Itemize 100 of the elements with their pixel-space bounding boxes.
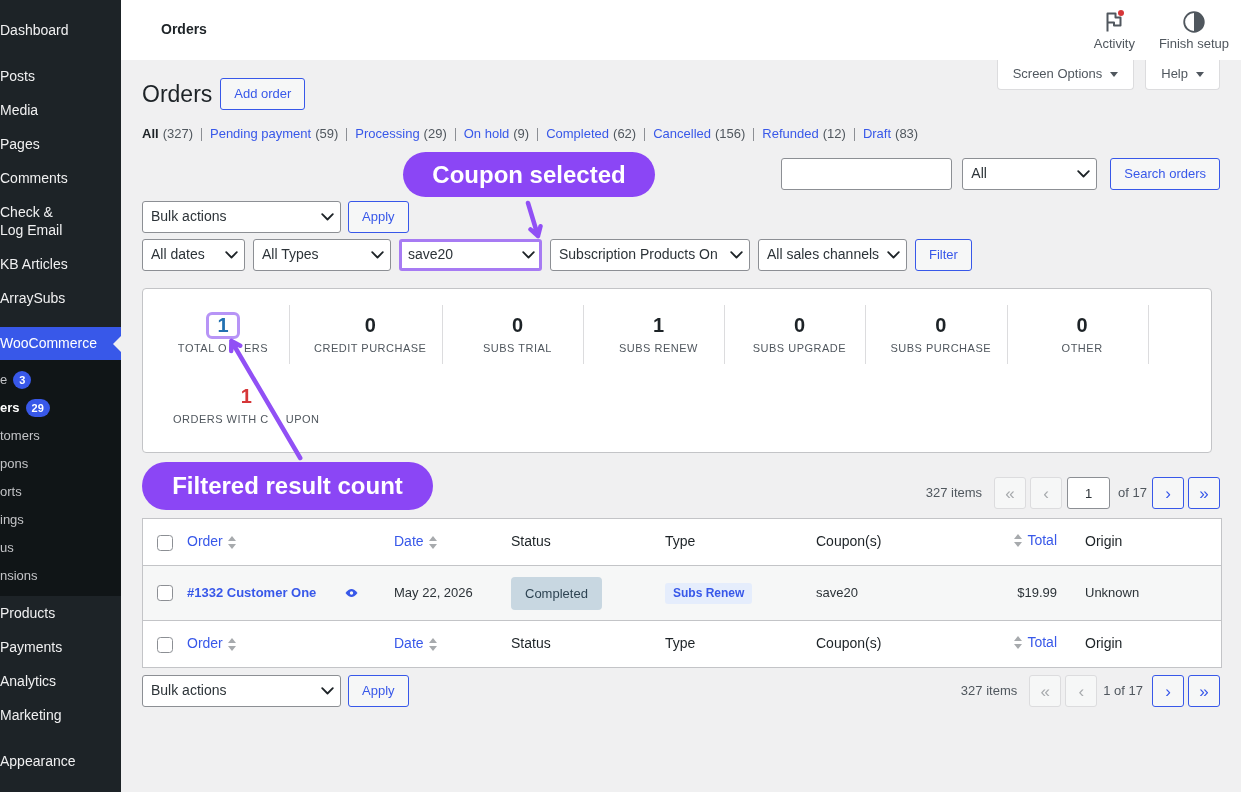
status-filter-link[interactable]: Draft <box>862 125 892 143</box>
bulk-actions-select[interactable]: Bulk actions <box>142 675 341 707</box>
table-cell: $19.99 <box>957 566 1067 620</box>
apply-button[interactable]: Apply <box>348 201 409 233</box>
sidebar-item[interactable]: Payments <box>0 630 121 664</box>
chevron-down-icon <box>522 251 535 259</box>
last-page-button[interactable]: » <box>1188 477 1220 509</box>
search-field[interactable] <box>781 158 953 190</box>
stat-label: SUBS PURCHASE <box>890 341 992 356</box>
sidebar-item[interactable]: ArraySubs <box>0 281 121 315</box>
annotation-callout: Coupon selected <box>403 152 655 197</box>
type-badge: Subs Renew <box>665 582 753 604</box>
setup-button[interactable]: Finish setup <box>1158 11 1229 52</box>
activity-button[interactable]: Activity <box>1093 11 1135 52</box>
chevron-down-icon <box>1077 170 1091 178</box>
column-sort-link[interactable]: Date <box>394 532 424 552</box>
page-total: of 17 <box>1118 483 1147 502</box>
sidebar-item[interactable]: Products <box>0 596 121 630</box>
status-filter-link[interactable]: All <box>142 125 159 143</box>
column-header: Type <box>655 620 806 667</box>
count-badge: 3 <box>13 371 32 389</box>
filter-select[interactable]: save20 <box>399 239 542 271</box>
sidebar-item[interactable]: Dashboard <box>0 13 121 47</box>
column-header: Origin <box>1067 620 1221 667</box>
status-count: (156) <box>715 125 746 143</box>
status-badge: Completed <box>511 576 602 610</box>
screen-tab[interactable]: Help <box>1145 60 1220 90</box>
filter-select[interactable]: All dates <box>142 239 245 271</box>
submenu-item[interactable]: ings <box>0 506 24 534</box>
annotation-callout: Filtered result count <box>142 462 433 510</box>
chevron-down-icon <box>225 251 238 259</box>
column-sort-link[interactable]: Order <box>187 634 223 654</box>
status-filter-link[interactable]: Processing <box>355 125 420 143</box>
sidebar-item[interactable]: WooCommerce <box>0 327 121 360</box>
next-page-button[interactable]: › <box>1152 675 1184 707</box>
stat-value: 1 <box>206 312 240 339</box>
page-field[interactable]: 1 <box>1067 477 1111 509</box>
chevron-down-icon <box>730 251 743 259</box>
submenu-item[interactable]: tomers <box>0 422 40 450</box>
sidebar-item[interactable]: Comments <box>0 161 121 195</box>
status-filter-link[interactable]: Completed <box>546 125 610 143</box>
last-page-button[interactable]: » <box>1188 675 1220 707</box>
sidebar-item[interactable]: Media <box>0 93 121 127</box>
stat-label: UPON <box>285 412 320 427</box>
stat-value: 0 <box>934 313 948 338</box>
add-order-button[interactable]: Add order <box>220 78 306 110</box>
search-orders-button[interactable]: Search orders <box>1110 158 1220 190</box>
stat-label: SUBS RENEW <box>618 341 698 356</box>
table-cell: save20 <box>806 566 957 620</box>
column-sort-link[interactable]: Order <box>187 532 223 552</box>
stat-label: SUBS UPGRADE <box>752 341 847 356</box>
filter-select[interactable]: Subscription Products On <box>550 239 750 271</box>
select-all-checkbox[interactable] <box>157 636 173 653</box>
row-checkbox[interactable] <box>157 585 173 602</box>
status-count: (62) <box>613 125 637 143</box>
filter-select[interactable]: All Types <box>253 239 391 271</box>
submenu-item[interactable]: pons <box>0 450 29 478</box>
sidebar-item[interactable]: KB Articles <box>0 247 121 281</box>
stat-label: TOTAL O <box>177 341 227 356</box>
sidebar-item[interactable]: Analytics <box>0 664 121 698</box>
item-count: 327 items <box>960 681 1018 700</box>
filter-button[interactable]: Filter <box>915 239 972 271</box>
submenu-item[interactable]: e 3 <box>0 366 32 394</box>
select-all-checkbox[interactable] <box>157 534 173 551</box>
sidebar-item[interactable]: Pages <box>0 127 121 161</box>
page-title: Orders <box>161 20 207 40</box>
column-sort-link[interactable]: Total <box>1027 531 1057 551</box>
page-heading: Orders <box>142 80 213 109</box>
column-sort-link[interactable]: Date <box>394 634 424 654</box>
sidebar-item[interactable]: Marketing <box>0 698 121 732</box>
stat-value: 0 <box>363 313 377 338</box>
sidebar-item[interactable]: Appearance <box>0 744 121 778</box>
status-filter-link[interactable]: Pending payment <box>210 125 312 143</box>
status-count: (29) <box>423 125 447 143</box>
sidebar-item[interactable]: Check & Log Email <box>0 195 121 247</box>
flag-icon <box>1106 12 1123 32</box>
table-cell: May 22, 2026 <box>384 566 501 620</box>
submenu-item[interactable]: orts <box>0 478 22 506</box>
status-filter-link[interactable]: On hold <box>463 125 510 143</box>
screen-tab[interactable]: Screen Options <box>996 60 1135 90</box>
column-sort-link[interactable]: Total <box>1027 633 1057 653</box>
chevron-down-icon <box>321 213 334 221</box>
submenu-item[interactable]: ers 29 <box>0 394 50 422</box>
bulk-actions-select[interactable]: Bulk actions <box>142 201 341 233</box>
stat-label: ORDERS WITH C <box>173 412 269 427</box>
next-page-button[interactable]: › <box>1152 477 1184 509</box>
status-filter-link[interactable]: Cancelled <box>653 125 711 143</box>
stat-value: 0 <box>1075 313 1089 338</box>
filter-select[interactable]: All sales channels <box>758 239 907 271</box>
stat-value: 0 <box>510 313 524 338</box>
sort-icon <box>428 637 437 651</box>
apply-button[interactable]: Apply <box>348 675 409 707</box>
status-filter-link[interactable]: Refunded <box>762 125 819 143</box>
stat-value: 1 <box>651 313 665 338</box>
annotation-arrow <box>525 200 544 239</box>
eye-icon <box>345 589 358 597</box>
search-scope-select[interactable]: All <box>962 158 1098 190</box>
sidebar-item[interactable]: Posts <box>0 59 121 93</box>
submenu-item[interactable]: nsions <box>0 562 38 590</box>
submenu-item[interactable]: us <box>0 534 14 562</box>
